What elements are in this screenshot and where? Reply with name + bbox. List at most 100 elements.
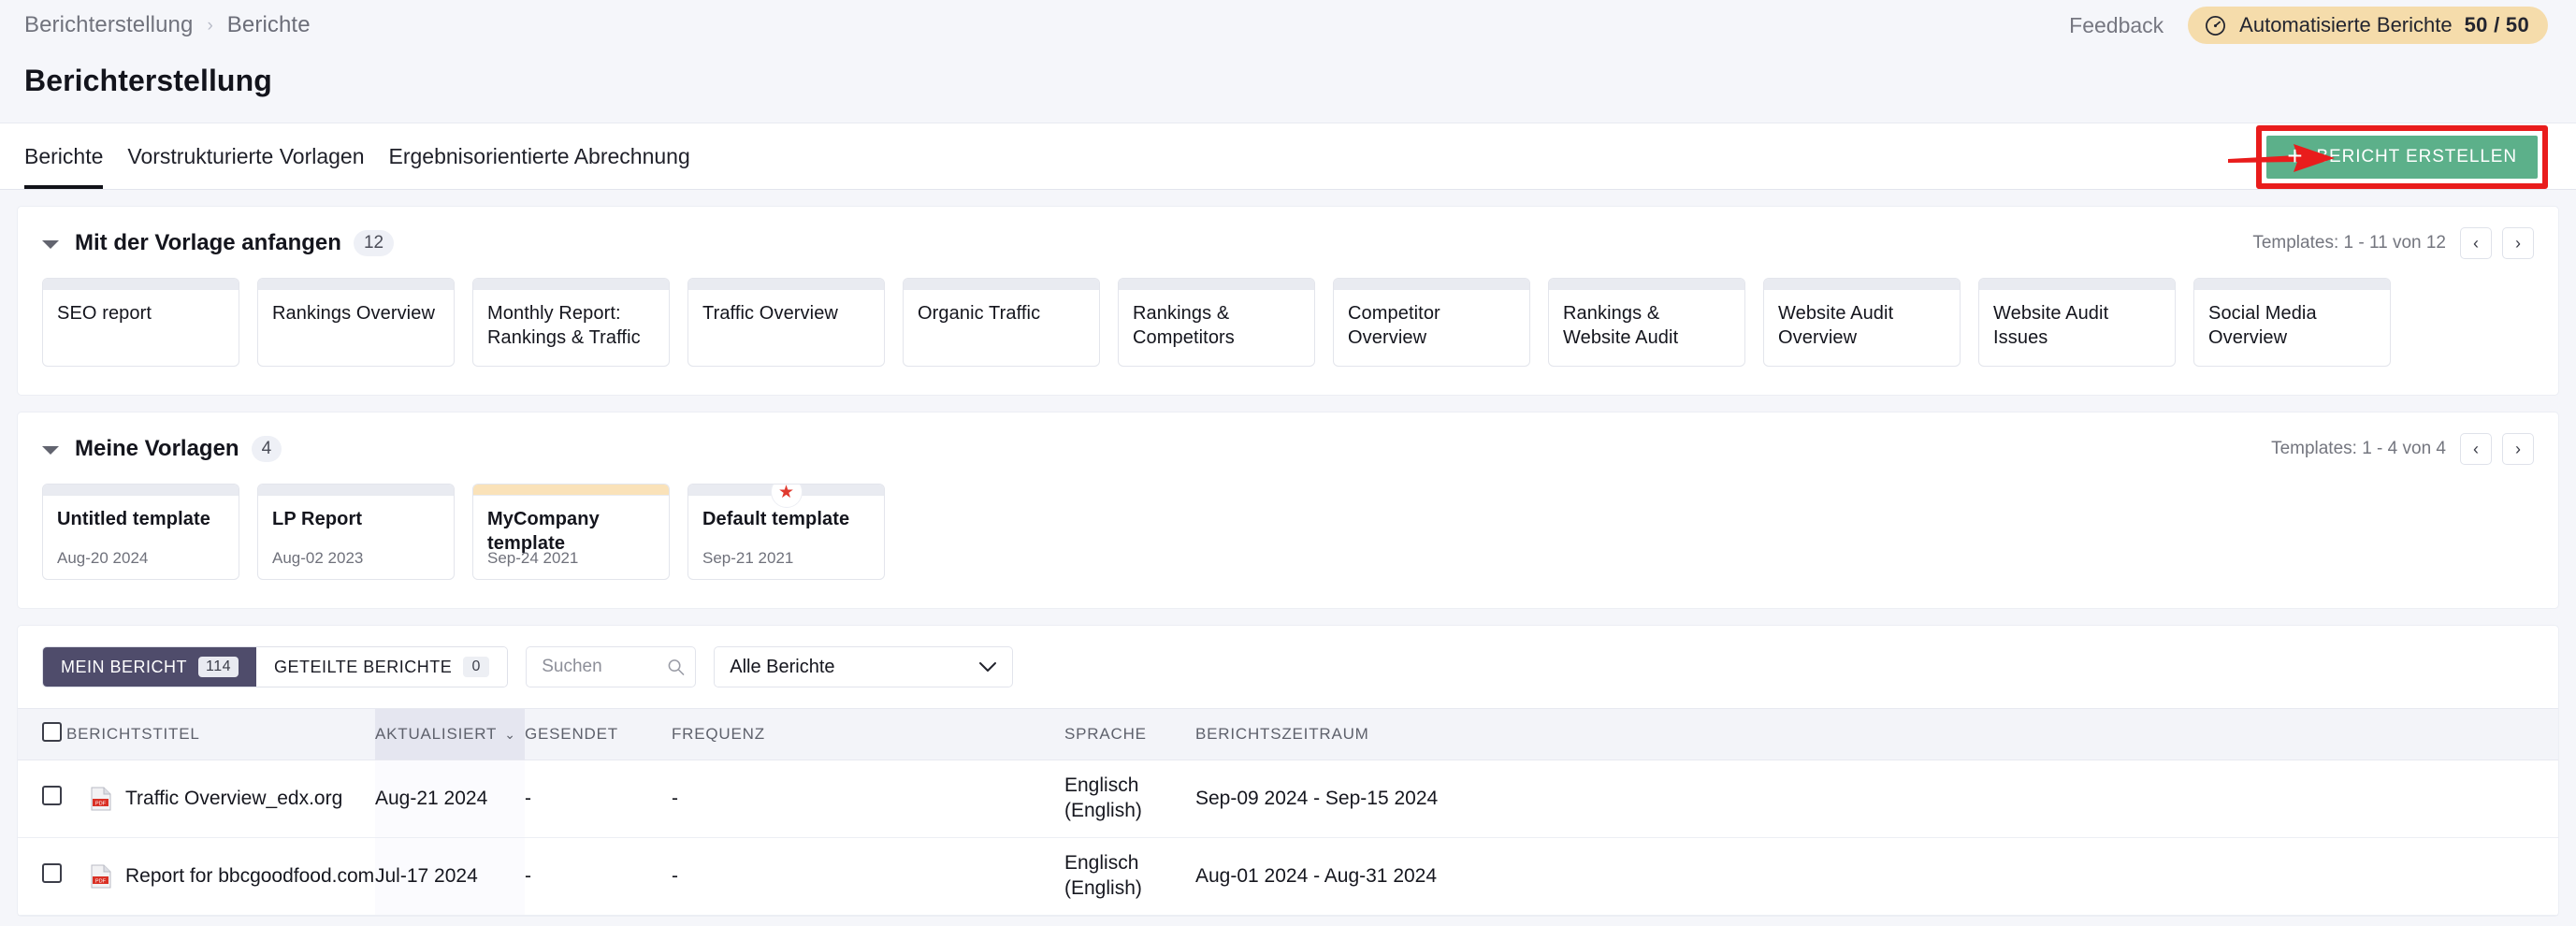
header-language-label: SPRACHE: [1064, 725, 1147, 743]
sort-caret-icon: ⌄: [504, 727, 516, 742]
header-report-title[interactable]: BERICHTSTITEL: [66, 708, 375, 760]
row-checkbox[interactable]: [42, 863, 62, 884]
template-card-title: Rankings & Website Audit: [1563, 303, 1679, 348]
my-templates-section-count: 4: [251, 436, 282, 462]
segment-shared-reports[interactable]: GETEILTE BERICHTE 0: [256, 647, 508, 687]
template-card[interactable]: Website Audit Issues: [1978, 278, 2176, 367]
template-card[interactable]: Rankings & Competitors: [1118, 278, 1315, 367]
tab-berichte-label: Berichte: [24, 143, 104, 168]
reports-table-body: PDF Traffic Overview_edx.org Aug-21 2024…: [18, 760, 2558, 916]
template-card-title: SEO report: [57, 303, 152, 324]
header-sent[interactable]: GESENDET: [525, 708, 672, 760]
templates-prev-button[interactable]: ‹: [2460, 227, 2492, 259]
card-strip: [473, 485, 669, 496]
template-card-title: Monthly Report: Rankings & Traffic: [487, 303, 641, 348]
reports-panel: MEIN BERICHT 114 GETEILTE BERICHTE 0 All…: [17, 625, 2559, 917]
table-row[interactable]: PDF Traffic Overview_edx.org Aug-21 2024…: [18, 760, 2558, 838]
template-card[interactable]: SEO report: [42, 278, 239, 367]
report-filter-selected-value: Alle Berichte: [730, 656, 835, 677]
template-card[interactable]: Traffic Overview: [687, 278, 885, 367]
template-card-title: Website Audit Issues: [1993, 303, 2109, 348]
my-templates-next-button[interactable]: ›: [2502, 433, 2534, 465]
top-bar-right: Feedback Automatisierte Berichte 50 / 50: [2069, 7, 2548, 44]
row-title-text[interactable]: Traffic Overview_edx.org: [125, 788, 342, 810]
my-template-card-date: Sep-21 2021: [702, 549, 794, 567]
card-strip: [473, 279, 669, 290]
my-template-card[interactable]: Untitled template Aug-20 2024: [42, 484, 239, 580]
template-card[interactable]: Organic Traffic: [903, 278, 1100, 367]
create-report-button-label: BERICHT ERSTELLEN: [2316, 147, 2517, 166]
tab-berichte[interactable]: Berichte: [24, 123, 115, 189]
segment-my-reports[interactable]: MEIN BERICHT 114: [43, 647, 257, 687]
search-box: [526, 646, 697, 687]
automated-reports-label: Automatisierte Berichte: [2239, 13, 2453, 36]
templates-next-button[interactable]: ›: [2502, 227, 2534, 259]
card-strip: [1334, 279, 1529, 290]
my-templates-panel: Meine Vorlagen 4 Templates: 1 - 4 von 4 …: [17, 412, 2559, 609]
create-report-highlight: + BERICHT ERSTELLEN: [2256, 125, 2548, 189]
header-updated[interactable]: AKTUALISIERT ⌄: [375, 708, 525, 760]
row-title-cell: PDF Traffic Overview_edx.org: [66, 760, 375, 838]
template-card-title: Competitor Overview: [1348, 303, 1440, 348]
template-card[interactable]: Competitor Overview: [1333, 278, 1530, 367]
table-header-row: BERICHTSTITEL AKTUALISIERT ⌄ GESENDET FRE…: [18, 708, 2558, 760]
row-frequency: -: [672, 760, 1064, 838]
table-row[interactable]: PDF Report for bbcgoodfood.com Jul-17 20…: [18, 837, 2558, 916]
row-period: Aug-01 2024 - Aug-31 2024: [1195, 837, 2558, 916]
row-updated: Aug-21 2024: [375, 760, 525, 838]
card-strip: [258, 279, 454, 290]
card-strip: [688, 279, 884, 290]
gauge-icon: [2206, 15, 2226, 36]
my-template-card[interactable]: MyCompany template Sep-24 2021: [472, 484, 670, 580]
templates-pager: Templates: 1 - 11 von 12 ‹ ›: [2252, 227, 2534, 259]
header-frequency-label: FREQUENZ: [672, 725, 765, 743]
template-card[interactable]: Monthly Report: Rankings & Traffic: [472, 278, 670, 367]
header-frequency[interactable]: FREQUENZ: [672, 708, 1064, 760]
header-language[interactable]: SPRACHE: [1064, 708, 1195, 760]
row-language-line2: (English): [1064, 799, 1142, 821]
collapse-caret-icon[interactable]: [42, 240, 59, 249]
card-strip: [904, 279, 1099, 290]
breadcrumb-item-berichte[interactable]: Berichte: [227, 12, 311, 38]
my-template-card-date: Aug-02 2023: [272, 549, 364, 567]
pdf-file-icon: PDF: [91, 864, 111, 889]
row-language-line2: (English): [1064, 876, 1142, 899]
reports-segmented-control: MEIN BERICHT 114 GETEILTE BERICHTE 0: [42, 646, 509, 687]
row-checkbox-cell[interactable]: [18, 837, 66, 916]
template-card[interactable]: Website Audit Overview: [1763, 278, 1961, 367]
row-title-text[interactable]: Report for bbcgoodfood.com: [125, 865, 374, 888]
template-card-title: Traffic Overview: [702, 303, 838, 324]
create-report-area: + BERICHT ERSTELLEN: [2228, 125, 2552, 189]
reports-controls: MEIN BERICHT 114 GETEILTE BERICHTE 0 All…: [18, 626, 2558, 708]
my-template-card[interactable]: ★ Default template Sep-21 2021: [687, 484, 885, 580]
my-templates-pager-text: Templates: 1 - 4 von 4: [2271, 439, 2446, 458]
template-card[interactable]: Social Media Overview: [2193, 278, 2391, 367]
template-card[interactable]: Rankings Overview: [257, 278, 455, 367]
tab-vorstrukturierte-vorlagen[interactable]: Vorstrukturierte Vorlagen: [115, 123, 376, 189]
reports-table: BERICHTSTITEL AKTUALISIERT ⌄ GESENDET FRE…: [18, 708, 2558, 916]
tab-ergebnisorientierte-abrechnung[interactable]: Ergebnisorientierte Abrechnung: [377, 123, 702, 189]
report-filter-select[interactable]: Alle Berichte: [714, 646, 1014, 687]
templates-section-count: 12: [353, 230, 395, 256]
row-updated: Jul-17 2024: [375, 837, 525, 916]
automated-reports-badge[interactable]: Automatisierte Berichte 50 / 50: [2188, 7, 2548, 44]
template-card[interactable]: Rankings & Website Audit: [1548, 278, 1745, 367]
row-language: Englisch (English): [1064, 760, 1195, 838]
row-checkbox-cell[interactable]: [18, 760, 66, 838]
my-templates-prev-button[interactable]: ‹: [2460, 433, 2492, 465]
select-all-checkbox[interactable]: [42, 722, 62, 742]
card-strip: [1764, 279, 1960, 290]
breadcrumb-item-berichterstellung[interactable]: Berichterstellung: [24, 12, 193, 38]
feedback-link[interactable]: Feedback: [2069, 13, 2164, 38]
star-icon: ★: [777, 484, 795, 502]
my-template-card-title: Untitled template: [57, 509, 210, 529]
header-report-period[interactable]: BERICHTSZEITRAUM: [1195, 708, 2558, 760]
row-checkbox[interactable]: [42, 786, 62, 806]
tab-bar: Berichte Vorstrukturierte Vorlagen Ergeb…: [0, 123, 2576, 190]
card-strip: [43, 485, 239, 496]
header-select-all[interactable]: [18, 708, 66, 760]
collapse-caret-icon[interactable]: [42, 446, 59, 455]
chevron-down-icon: [979, 661, 997, 672]
my-templates-card-list: Untitled template Aug-20 2024 LP Report …: [18, 470, 2558, 608]
my-template-card[interactable]: LP Report Aug-02 2023: [257, 484, 455, 580]
